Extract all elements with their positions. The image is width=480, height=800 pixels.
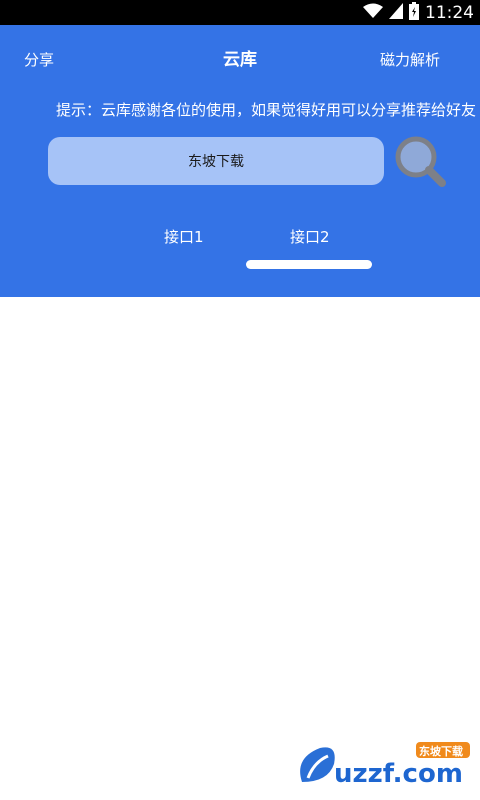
tab-interface-2[interactable]: 接口2 [290,226,330,248]
wifi-icon [363,3,383,23]
tab-interface-1[interactable]: 接口1 [164,226,204,248]
status-time: 11:24 [425,2,474,23]
watermark-logo: uzzf.com 东坡下载 [294,738,474,790]
watermark-badge: 东坡下载 [419,744,463,758]
status-icons: 11:24 [363,0,474,25]
signal-icon [389,2,403,23]
tip-text: 提示：云库感谢各位的使用，如果觉得好用可以分享推荐给好友 [55,101,476,119]
share-button[interactable]: 分享 [24,47,54,73]
app-header: 分享 云库 磁力解析 提示：云库感谢各位的使用，如果觉得好用可以分享推荐给好友 … [0,25,480,297]
battery-icon [409,1,419,24]
search-icon[interactable] [394,135,448,189]
top-bar: 分享 云库 磁力解析 [0,47,480,73]
status-bar: 11:24 [0,0,480,25]
search-input-value: 东坡下载 [188,154,244,170]
magnet-parse-button[interactable]: 磁力解析 [380,47,440,73]
search-input[interactable]: 东坡下载 [48,137,384,185]
tab-indicator [246,260,372,269]
watermark-brand: uzzf.com [334,759,463,789]
